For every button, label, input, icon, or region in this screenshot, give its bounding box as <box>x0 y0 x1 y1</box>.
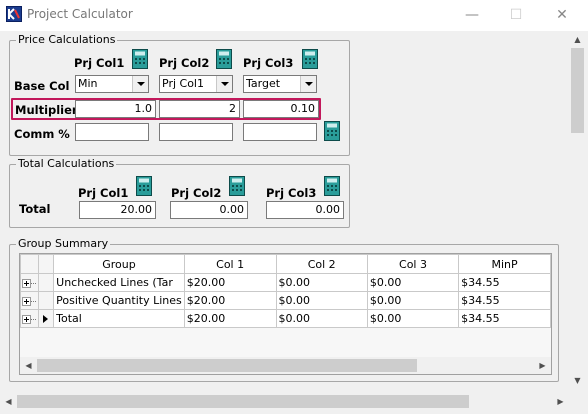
table-row[interactable]: Total $20.00 $0.00 $0.00 $34.55 <box>20 309 551 328</box>
header-corner <box>20 254 39 274</box>
expand-plus-icon[interactable] <box>22 278 32 288</box>
comm-col1-field[interactable] <box>75 123 149 141</box>
table-cell[interactable]: $34.55 <box>458 291 551 310</box>
multiplier-label: Multiplier <box>15 103 78 117</box>
table-cell[interactable]: $20.00 <box>183 273 277 292</box>
table-header-row: Group Col 1 Col 2 Col 3 MinP <box>20 254 551 274</box>
price-col2-header: Prj Col2 <box>159 56 210 70</box>
column-header-col1[interactable]: Col 1 <box>183 254 277 274</box>
title-bar: Project Calculator — ☐ ✕ <box>0 0 588 31</box>
scroll-right-icon[interactable]: ▶ <box>552 393 569 410</box>
window-vertical-scrollbar[interactable]: ▲ ▼ <box>569 31 586 389</box>
base-col3-value: Target <box>246 77 281 90</box>
total-label: Total <box>19 202 51 216</box>
window-horizontal-scrollbar[interactable]: ◀ ▶ <box>0 393 569 410</box>
table-cell[interactable]: Total <box>53 309 185 328</box>
scroll-right-icon[interactable]: ▶ <box>534 357 551 374</box>
scroll-down-icon[interactable]: ▼ <box>569 372 586 389</box>
base-col-label: Base Col <box>14 79 70 93</box>
calculator-icon[interactable] <box>132 49 148 69</box>
row-indicator[interactable] <box>37 273 55 292</box>
row-expander[interactable] <box>20 273 39 292</box>
group-summary-legend: Group Summary <box>16 237 111 250</box>
calculator-icon[interactable] <box>324 121 340 141</box>
column-header-col2[interactable]: Col 2 <box>275 254 368 274</box>
scroll-left-icon[interactable]: ◀ <box>20 357 37 374</box>
multiplier-col2-field[interactable]: 2 <box>159 100 240 118</box>
row-indicator[interactable] <box>37 291 55 310</box>
multiplier-col3-field[interactable]: 0.10 <box>243 100 319 118</box>
table-cell[interactable]: $0.00 <box>275 273 368 292</box>
comm-col2-field[interactable] <box>159 123 233 141</box>
table-cell[interactable]: $20.00 <box>183 291 277 310</box>
calculator-icon[interactable] <box>136 176 152 196</box>
table-cell[interactable]: Unchecked Lines (Tar <box>53 273 185 292</box>
row-expander[interactable] <box>20 309 39 328</box>
expand-plus-icon[interactable] <box>22 314 32 324</box>
scroll-up-icon[interactable]: ▲ <box>569 31 586 48</box>
base-col1-value: Min <box>78 77 98 90</box>
table-row[interactable]: Unchecked Lines (Tar $20.00 $0.00 $0.00 … <box>20 273 551 292</box>
group-summary-grid[interactable]: Group Col 1 Col 2 Col 3 MinP Unchecked L… <box>19 253 552 375</box>
window-vscroll-thumb[interactable] <box>571 48 584 133</box>
table-cell[interactable]: $0.00 <box>366 273 460 292</box>
expand-plus-icon[interactable] <box>22 296 32 306</box>
table-row[interactable]: Positive Quantity Lines $20.00 $0.00 $0.… <box>20 291 551 310</box>
maximize-button[interactable]: ☐ <box>506 6 526 24</box>
chevron-down-icon[interactable] <box>132 76 148 92</box>
price-col1-header: Prj Col1 <box>74 56 125 70</box>
row-indicator[interactable] <box>37 309 55 328</box>
close-button[interactable]: ✕ <box>552 6 572 24</box>
column-header-col3[interactable]: Col 3 <box>366 254 460 274</box>
table-cell[interactable]: $0.00 <box>275 309 368 328</box>
total-col1-field[interactable]: 20.00 <box>79 201 156 219</box>
group-summary-table: Group Col 1 Col 2 Col 3 MinP Unchecked L… <box>20 254 551 328</box>
base-col2-value: Prj Col1 <box>162 77 204 90</box>
table-cell[interactable]: $0.00 <box>366 309 460 328</box>
calculator-icon[interactable] <box>216 49 232 69</box>
price-col3-header: Prj Col3 <box>243 56 294 70</box>
calculator-icon[interactable] <box>302 49 318 69</box>
comm-label: Comm % <box>14 127 70 141</box>
minimize-button[interactable]: — <box>462 6 482 24</box>
base-col3-select[interactable]: Target <box>243 75 317 93</box>
base-col1-select[interactable]: Min <box>75 75 149 93</box>
grid-horizontal-scrollbar[interactable]: ◀ ▶ <box>20 357 551 374</box>
total-calculations-group: Total Calculations Prj Col1 Prj Col2 Prj… <box>9 158 350 228</box>
chevron-down-icon[interactable] <box>216 76 232 92</box>
total-col3-header: Prj Col3 <box>266 186 317 200</box>
table-cell[interactable]: $34.55 <box>458 273 551 292</box>
scrollbar-corner <box>569 393 586 410</box>
chevron-down-icon[interactable] <box>300 76 316 92</box>
table-cell[interactable]: $34.55 <box>458 309 551 328</box>
base-col2-select[interactable]: Prj Col1 <box>159 75 233 93</box>
window-hscroll-thumb[interactable] <box>17 395 469 408</box>
table-cell[interactable]: Positive Quantity Lines <box>53 291 185 310</box>
table-cell[interactable]: $0.00 <box>366 291 460 310</box>
table-cell[interactable]: $0.00 <box>275 291 368 310</box>
row-expander[interactable] <box>20 291 39 310</box>
scroll-left-icon[interactable]: ◀ <box>0 393 17 410</box>
multiplier-col1-field[interactable]: 1.0 <box>75 100 156 118</box>
calculator-icon[interactable] <box>324 176 340 196</box>
column-header-group[interactable]: Group <box>53 254 185 274</box>
price-calculations-legend: Price Calculations <box>16 33 118 46</box>
comm-col3-field[interactable] <box>243 123 317 141</box>
current-row-arrow-icon <box>43 315 49 323</box>
column-header-minp[interactable]: MinP <box>458 254 551 274</box>
client-area: Price Calculations Prj Col1 Prj Col2 Prj… <box>0 31 588 414</box>
window-title: Project Calculator <box>27 7 133 21</box>
total-col2-header: Prj Col2 <box>171 186 222 200</box>
price-calculations-group: Price Calculations Prj Col1 Prj Col2 Prj… <box>9 34 350 156</box>
total-col2-field[interactable]: 0.00 <box>170 201 248 219</box>
calculator-icon[interactable] <box>229 176 245 196</box>
grid-scroll-thumb[interactable] <box>37 359 417 372</box>
table-cell[interactable]: $20.00 <box>183 309 277 328</box>
total-col3-field[interactable]: 0.00 <box>266 201 344 219</box>
header-corner <box>37 254 55 274</box>
total-calculations-legend: Total Calculations <box>16 157 117 170</box>
total-col1-header: Prj Col1 <box>78 186 129 200</box>
group-summary-group: Group Summary Group Col 1 Col 2 Col 3 Mi… <box>9 238 559 382</box>
app-icon[interactable] <box>6 6 22 22</box>
